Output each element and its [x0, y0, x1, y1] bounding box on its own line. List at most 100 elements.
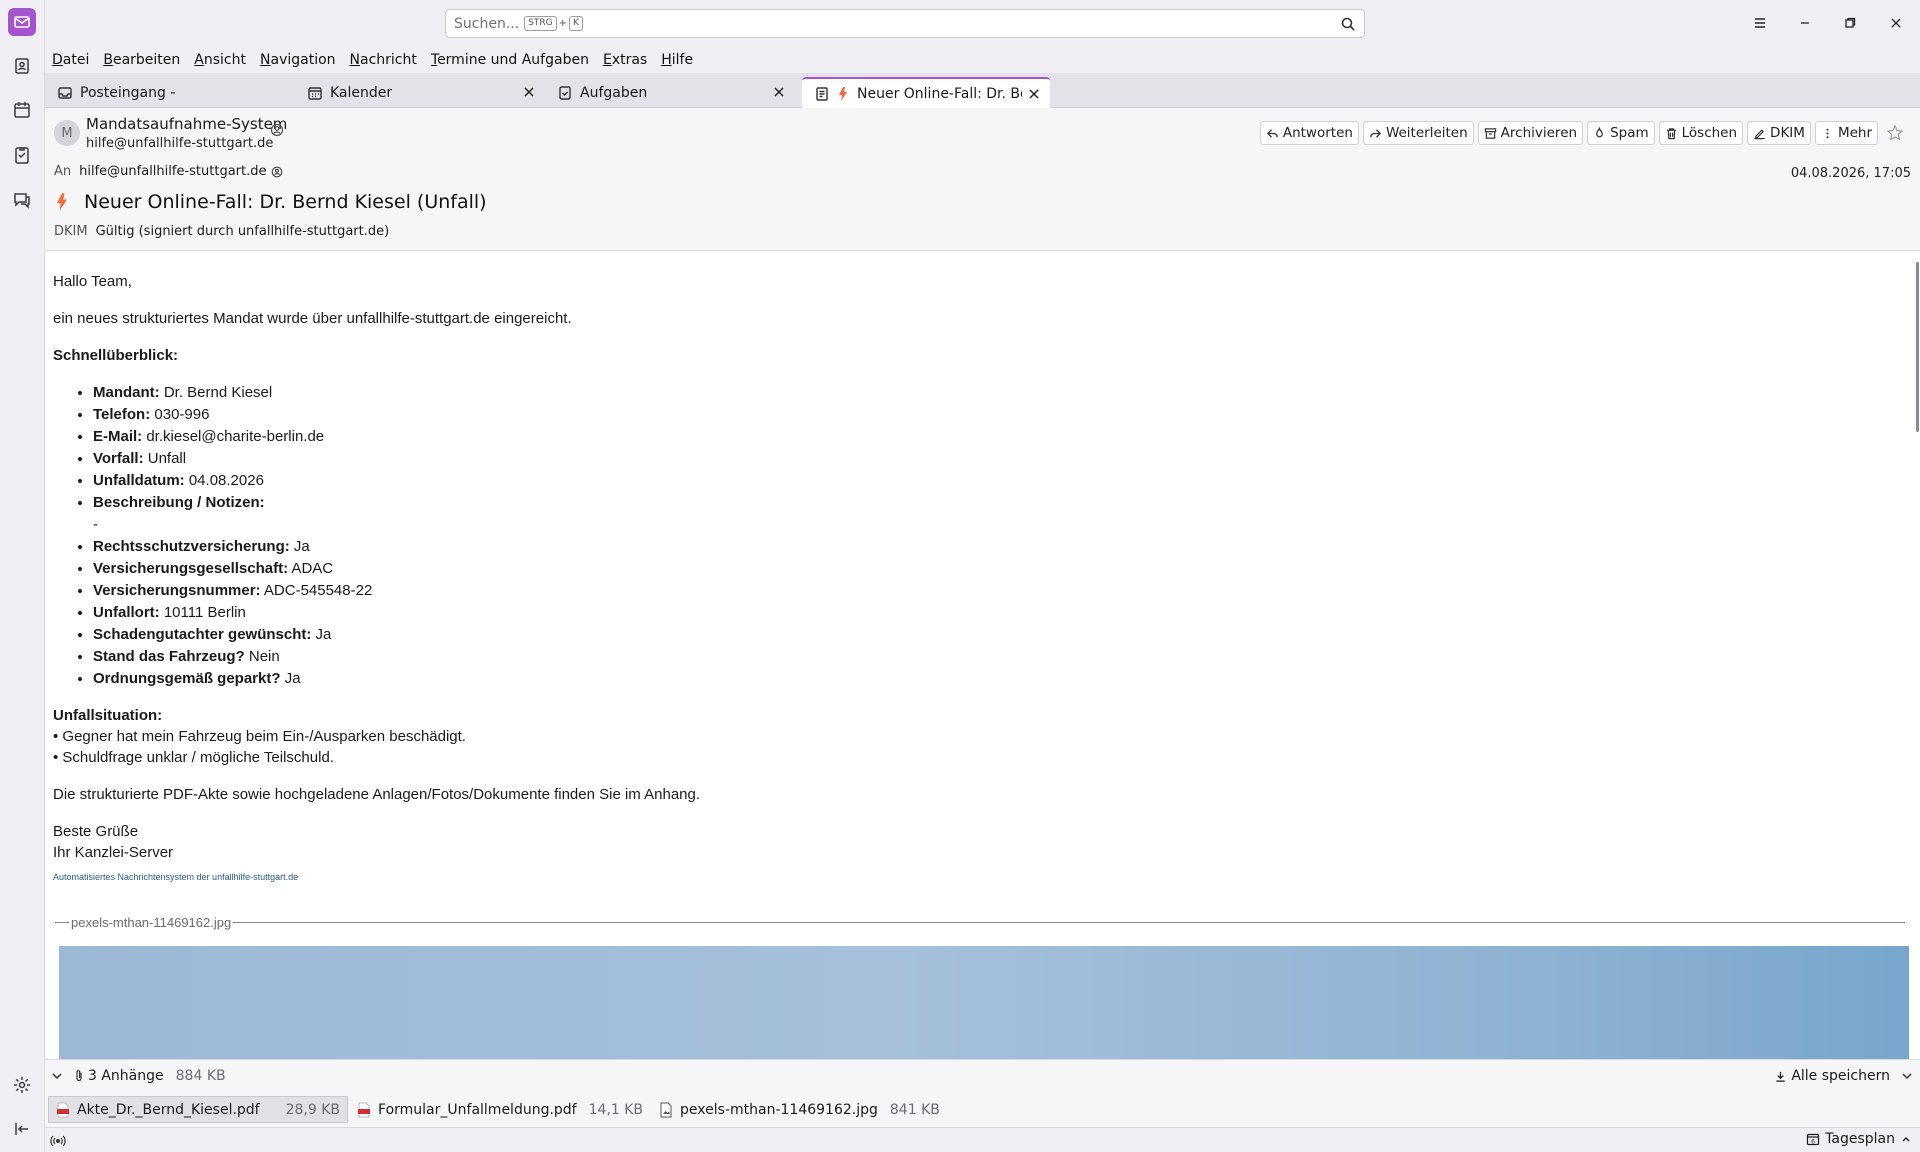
spaces-toolbar	[0, 0, 45, 1152]
menu-bearbeiten[interactable]: Bearbeiten	[103, 52, 180, 68]
app-menu-icon[interactable]	[1749, 12, 1771, 34]
search-input[interactable]: Suchen... STRG + K	[445, 9, 1365, 38]
tab-message[interactable]: Neuer Online-Fall: Dr. Bern	[802, 77, 1050, 108]
field-item: Mandant: Dr. Bernd Kiesel	[93, 382, 1905, 403]
attachment-size: 14,1 KB	[588, 1101, 644, 1118]
sender-name[interactable]: Mandatsaufnahme-System	[86, 115, 287, 133]
attachment-count[interactable]: 3 Anhänge	[88, 1068, 164, 1084]
menu-navigation[interactable]: Navigation	[260, 52, 336, 68]
attachment-item[interactable]: Akte_Dr._Bernd_Kiesel.pdf 28,9 KB	[48, 1096, 349, 1123]
reply-icon	[1266, 128, 1278, 138]
tasks-space-icon[interactable]	[8, 141, 36, 169]
attachment-name: Akte_Dr._Bernd_Kiesel.pdf	[77, 1101, 260, 1118]
field-item: Stand das Fahrzeug? Nein	[93, 646, 1905, 667]
minimize-icon[interactable]	[1794, 12, 1816, 34]
calendar-icon: 6	[1807, 1133, 1820, 1146]
menu-ansicht[interactable]: Ansicht	[194, 52, 246, 68]
field-label: Ordnungsgemäß geparkt?	[93, 670, 281, 687]
field-value: ADC-545548-22	[260, 582, 373, 599]
menu-datei[interactable]: Datei	[52, 52, 89, 68]
settings-icon[interactable]	[8, 1071, 36, 1099]
chevron-down-icon[interactable]	[1900, 1069, 1914, 1083]
field-item: E-Mail: dr.kiesel@charite-berlin.de	[93, 426, 1905, 447]
star-icon[interactable]	[1886, 124, 1904, 142]
situation-heading: Unfallsituation:	[53, 707, 163, 724]
more-button[interactable]: Mehr	[1814, 121, 1878, 145]
attachment-bar: 3 Anhänge 884 KB Alle speichern	[45, 1059, 1920, 1092]
archive-icon	[1484, 127, 1496, 139]
tab-calendar-close-icon[interactable]	[521, 84, 537, 100]
dkim-status-label: DKIM	[54, 224, 88, 239]
field-label: Mandant:	[93, 384, 160, 401]
field-item: Versicherungsnummer: ADC-545548-22	[93, 580, 1905, 601]
mail-space-icon[interactable]	[8, 8, 36, 36]
chevron-down-icon[interactable]	[50, 1069, 64, 1083]
calendar-space-icon[interactable]	[8, 96, 36, 124]
today-pane-toggle[interactable]: 6 Tagesplan	[1806, 1131, 1912, 1147]
closing-text: Die strukturierte PDF-Akte sowie hochgel…	[53, 786, 701, 803]
menu-hilfe[interactable]: Hilfe	[661, 52, 693, 68]
field-label: Vorfall:	[93, 450, 144, 467]
footer-note: Automatisiertes Nachrichtensystem der un…	[53, 872, 299, 882]
pdf-file-icon	[358, 1102, 371, 1117]
tab-message-label: Neuer Online-Fall: Dr. Bern	[857, 85, 1022, 102]
attachment-total-size: 884 KB	[175, 1068, 226, 1084]
greeting: Hallo Team,	[53, 273, 132, 290]
attachment-item[interactable]: Formular_Unfallmeldung.pdf 14,1 KB	[350, 1096, 650, 1123]
tab-tasks-close-icon[interactable]	[771, 84, 787, 100]
attachment-list: Akte_Dr._Bernd_Kiesel.pdf 28,9 KB Formul…	[45, 1092, 1920, 1127]
field-item: Schadengutachter gewünscht: Ja	[93, 624, 1905, 645]
chat-space-icon[interactable]	[8, 186, 36, 214]
contact-icon[interactable]	[270, 123, 284, 137]
collapse-spaces-icon[interactable]	[8, 1115, 36, 1143]
sender-email[interactable]: hilfe@unfallhilfe-stuttgart.de	[86, 136, 273, 151]
forward-label: Weiterleiten	[1385, 125, 1468, 141]
restore-icon[interactable]	[1839, 12, 1861, 34]
tab-tasks-label: Aufgaben	[580, 84, 648, 101]
menu-nachricht[interactable]: Nachricht	[350, 52, 417, 68]
field-value: Nein	[244, 648, 280, 665]
field-label: Beschreibung / Notizen:	[93, 494, 265, 511]
attachment-item[interactable]: pexels-mthan-11469162.jpg 841 KB	[652, 1096, 947, 1123]
inline-attachment-separator: pexels-mthan-11469162.jpg	[55, 914, 1905, 932]
contact-icon[interactable]	[271, 166, 283, 178]
spam-button[interactable]: Spam	[1587, 121, 1655, 145]
field-label: Unfallort:	[93, 604, 160, 621]
tab-inbox[interactable]: Posteingang -	[45, 77, 295, 108]
menu-extras[interactable]: Extras	[603, 52, 647, 68]
search-icon[interactable]	[1340, 16, 1356, 32]
field-label: Rechtsschutzversicherung:	[93, 538, 290, 555]
message-toolbar: Antworten Weiterleiten Archivieren Spam …	[1259, 121, 1904, 145]
delete-button[interactable]: Löschen	[1658, 121, 1744, 145]
avatar: M	[54, 120, 80, 146]
field-value-link[interactable]: dr.kiesel@charite-berlin.de	[142, 428, 324, 445]
dkim-button[interactable]: DKIM	[1747, 121, 1811, 145]
today-pane-label: Tagesplan	[1825, 1131, 1895, 1147]
tab-calendar-label: Kalender	[330, 84, 393, 101]
inline-attachment-name: pexels-mthan-11469162.jpg	[71, 914, 232, 930]
body-scrollbar[interactable]	[1916, 262, 1919, 432]
address-book-icon[interactable]	[8, 52, 36, 80]
tab-calendar[interactable]: Kalender	[295, 77, 545, 108]
forward-button[interactable]: Weiterleiten	[1362, 121, 1474, 145]
field-value: 10111 Berlin	[159, 604, 246, 621]
menu-termine-und-aufgaben[interactable]: Termine und Aufgaben	[431, 52, 589, 68]
reply-button[interactable]: Antworten	[1259, 121, 1359, 145]
more-label: Mehr	[1837, 125, 1872, 141]
signature-icon	[1754, 128, 1765, 139]
tab-message-close-icon[interactable]	[1026, 86, 1042, 102]
online-status-icon[interactable]	[50, 1133, 66, 1149]
message-header: M Mandatsaufnahme-System hilfe@unfallhil…	[45, 108, 1920, 251]
status-bar: 6 Tagesplan	[45, 1127, 1920, 1152]
field-item: -	[93, 514, 1905, 535]
save-all-button[interactable]: Alle speichern	[1774, 1068, 1890, 1084]
field-item: Vorfall: Unfall	[93, 448, 1905, 469]
message-subject: Neuer Online-Fall: Dr. Bernd Kiesel (Unf…	[84, 191, 487, 213]
inline-attachment-image[interactable]	[59, 945, 1909, 1059]
archive-button[interactable]: Archivieren	[1477, 121, 1584, 145]
field-label: Versicherungsnummer:	[93, 582, 261, 599]
recipient-email[interactable]: hilfe@unfallhilfe-stuttgart.de	[79, 164, 266, 179]
close-window-icon[interactable]	[1885, 12, 1907, 34]
tab-tasks[interactable]: Aufgaben	[545, 77, 795, 108]
field-value: Unfall	[143, 450, 187, 467]
